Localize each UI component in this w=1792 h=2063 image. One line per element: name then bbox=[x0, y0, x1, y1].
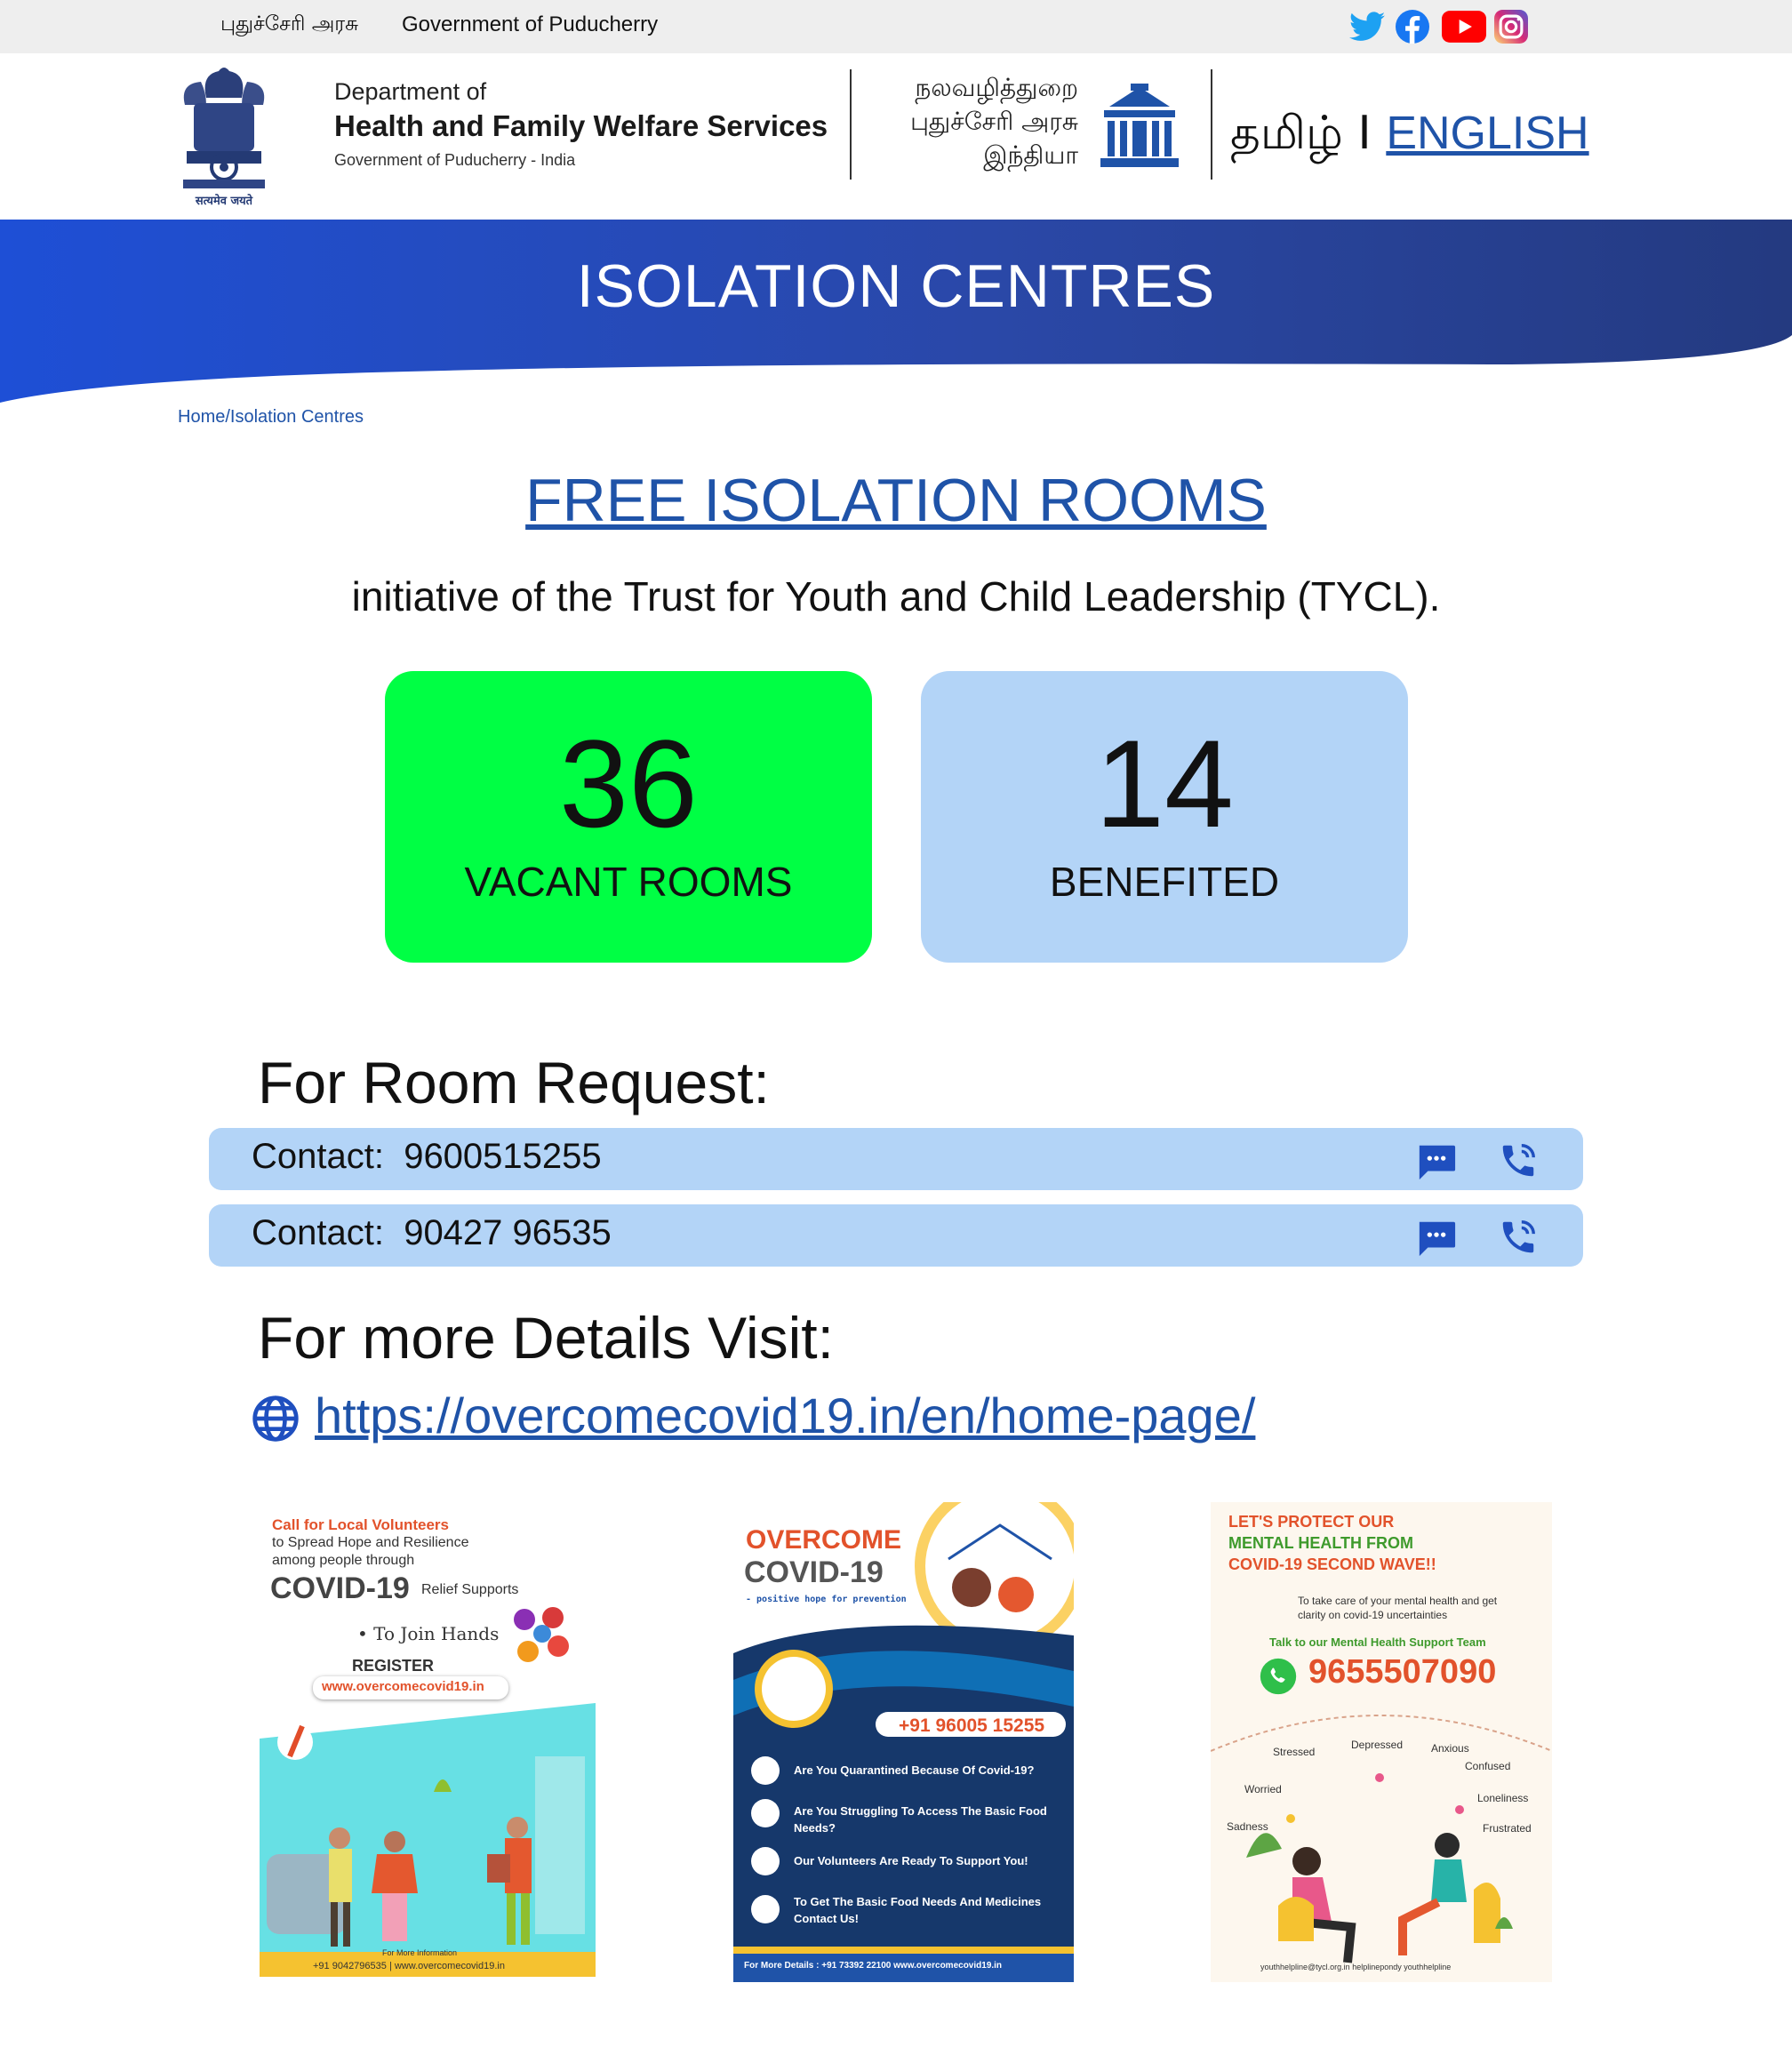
contact-row: Contact: 9600515255 bbox=[209, 1128, 1583, 1190]
poster-text: among people through bbox=[272, 1553, 415, 1568]
poster-text: To Get The Basic Food Needs And Medicine… bbox=[794, 1895, 1042, 1908]
poster-text: COVID-19 bbox=[270, 1571, 410, 1605]
header-divider bbox=[850, 69, 852, 180]
vacant-rooms-card: 36 VACANT ROOMS bbox=[385, 671, 872, 963]
gov-label: Government of Puducherry bbox=[402, 12, 659, 36]
volunteer-poster[interactable]: Call for Local Volunteers to Spread Hope… bbox=[260, 1502, 596, 1977]
poster-text: MENTAL HEALTH FROM bbox=[1228, 1534, 1413, 1552]
tamil-dept-line: புதுச்சேரி அரசு bbox=[910, 107, 1078, 136]
overcome-covid-link[interactable]: https://overcomecovid19.in/en/home-page/ bbox=[315, 1387, 1255, 1444]
emblem-motto: सत्यमेव जयते bbox=[195, 194, 253, 208]
poster-text: • To Join Hands bbox=[357, 1623, 500, 1644]
tamil-dept-line: நலவழித்துறை bbox=[915, 73, 1078, 102]
benefited-label: BENEFITED bbox=[1049, 859, 1280, 905]
poster-text: Contact Us! bbox=[794, 1912, 859, 1925]
tamil-dept-name: நலவழித்துறை புதுச்சேரி அரசு இந்தியா bbox=[910, 71, 1078, 172]
mental-health-illustration bbox=[1211, 1715, 1552, 1963]
poster-text: youthhelpline@tycl.org.in helplinepondy … bbox=[1260, 1963, 1452, 1971]
details-heading: For more Details Visit: bbox=[258, 1305, 834, 1371]
poster-text: Are You Struggling To Access The Basic F… bbox=[794, 1804, 1047, 1818]
lang-tamil-link[interactable]: தமிழ் bbox=[1230, 107, 1343, 160]
room-request-heading: For Room Request: bbox=[258, 1050, 770, 1115]
poster-text: Sadness bbox=[1227, 1820, 1268, 1833]
poster-text: Confused bbox=[1465, 1760, 1511, 1772]
poster-text: Are You Quarantined Because Of Covid-19? bbox=[794, 1763, 1035, 1777]
poster-text: www.overcomecovid19.in bbox=[313, 1676, 508, 1699]
facebook-icon[interactable] bbox=[1395, 9, 1430, 44]
top-bar: புதுச்சேரி அரசு Government of Puducherry bbox=[0, 0, 1792, 53]
poster-text: Stressed bbox=[1273, 1746, 1316, 1758]
poster-text: clarity on covid-19 uncertainties bbox=[1298, 1609, 1448, 1621]
dept-subtitle: Government of Puducherry - India bbox=[334, 151, 576, 169]
poster-text: Call for Local Volunteers bbox=[272, 1516, 450, 1533]
tamil-gov-label: புதுச்சேரி அரசு bbox=[220, 12, 359, 36]
language-switcher: தமிழ் I ENGLISH bbox=[1230, 107, 1589, 166]
page-title: ISOLATION CENTRES bbox=[576, 252, 1216, 320]
poster-text: Our Volunteers Are Ready To Support You! bbox=[794, 1854, 1028, 1867]
poster-text: +91 96005 15255 bbox=[899, 1715, 1045, 1736]
poster-text: Frustrated bbox=[1483, 1822, 1532, 1835]
mental-health-poster[interactable]: LET'S PROTECT OUR MENTAL HEALTH FROM COV… bbox=[1211, 1502, 1552, 1982]
hands-illustration bbox=[514, 1607, 569, 1662]
poster-text: Talk to our Mental Health Support Team bbox=[1269, 1635, 1486, 1649]
vacant-rooms-label: VACANT ROOMS bbox=[464, 859, 793, 905]
poster-text: Worried bbox=[1244, 1783, 1282, 1795]
poster-text: +91 9042796535 | www.overcomecovid19.in bbox=[313, 1961, 505, 1971]
poster-text: For More Information bbox=[382, 1948, 458, 1957]
free-rooms-heading[interactable]: FREE ISOLATION ROOMS bbox=[0, 466, 1792, 535]
site-header: सत्यमेव जयते Department of Health and Fa… bbox=[0, 53, 1792, 220]
poster-text: Needs? bbox=[794, 1821, 836, 1835]
dept-name: Health and Family Welfare Services bbox=[334, 109, 828, 142]
poster-text: to Spread Hope and Resilience bbox=[272, 1535, 469, 1550]
globe-icon bbox=[252, 1395, 299, 1442]
instagram-icon[interactable] bbox=[1493, 9, 1529, 44]
contact-row: Contact: 90427 96535 bbox=[209, 1204, 1583, 1267]
sms-icon[interactable] bbox=[1416, 1140, 1457, 1181]
poster-text: Loneliness bbox=[1477, 1792, 1529, 1804]
contact-text: Contact: 9600515255 bbox=[252, 1137, 602, 1176]
poster-text: Depressed bbox=[1351, 1739, 1404, 1751]
initiative-text: initiative of the Trust for Youth and Ch… bbox=[351, 573, 1441, 620]
sms-icon[interactable] bbox=[1416, 1217, 1457, 1258]
overcome-illustration bbox=[733, 1502, 1074, 1982]
youtube-icon[interactable] bbox=[1442, 9, 1486, 44]
benefited-card: 14 BENEFITED bbox=[921, 671, 1408, 963]
vacant-rooms-count: 36 bbox=[559, 714, 698, 853]
poster-text: For More Details : +91 73392 22100 www.o… bbox=[744, 1961, 1003, 1971]
overcome-covid-poster[interactable]: OVERCOME COVID-19 - positive hope for pr… bbox=[733, 1502, 1074, 1982]
dept-small-label: Department of bbox=[334, 78, 487, 105]
lang-separator: I bbox=[1342, 107, 1387, 160]
poster-text: Relief Supports bbox=[421, 1582, 519, 1597]
poster-text: Anxious bbox=[1431, 1742, 1469, 1755]
phone-call-icon[interactable] bbox=[1498, 1140, 1539, 1181]
contact-text: Contact: 90427 96535 bbox=[252, 1213, 612, 1252]
poster-text: COVID-19 SECOND WAVE!! bbox=[1228, 1555, 1436, 1573]
breadcrumb[interactable]: Home/Isolation Centres bbox=[178, 407, 364, 428]
header-divider bbox=[1211, 69, 1212, 180]
poster-text: REGISTER bbox=[352, 1657, 435, 1675]
assembly-building-logo bbox=[1099, 84, 1180, 169]
lang-english-link[interactable]: ENGLISH bbox=[1386, 108, 1588, 159]
twitter-icon[interactable] bbox=[1349, 9, 1385, 44]
volunteers-illustration bbox=[260, 1703, 596, 1977]
phone-call-icon[interactable] bbox=[1498, 1217, 1539, 1258]
benefited-count: 14 bbox=[1095, 714, 1234, 853]
tamil-dept-line: இந்தியா bbox=[983, 140, 1078, 170]
poster-text: To take care of your mental health and g… bbox=[1298, 1595, 1498, 1607]
poster-text: 9655507090 bbox=[1308, 1653, 1497, 1691]
poster-text: LET'S PROTECT OUR bbox=[1228, 1513, 1395, 1531]
national-emblem-logo: सत्यमेव जयते bbox=[174, 62, 274, 209]
